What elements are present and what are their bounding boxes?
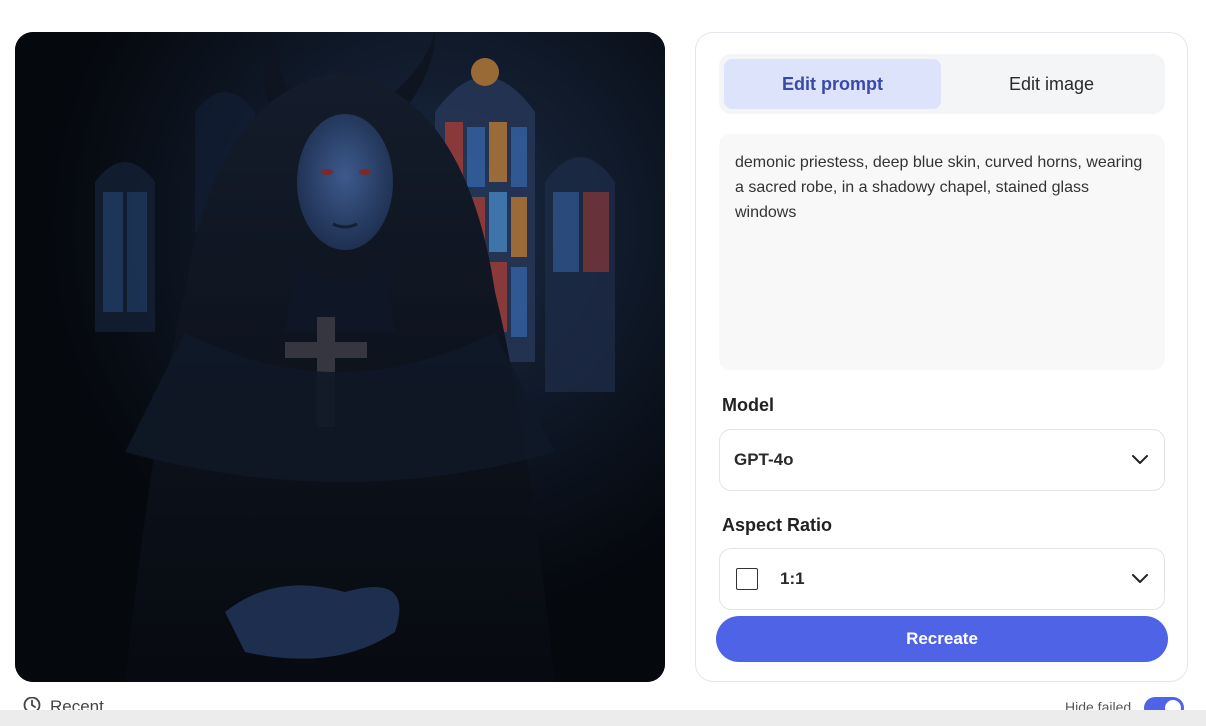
chevron-down-icon <box>1130 569 1150 589</box>
chevron-down-icon <box>1130 450 1150 470</box>
tab-edit-image[interactable]: Edit image <box>943 59 1160 109</box>
tab-edit-prompt[interactable]: Edit prompt <box>724 59 941 109</box>
aspect-ratio-label: Aspect Ratio <box>722 515 833 535</box>
square-ratio-icon <box>736 568 758 590</box>
prompt-input[interactable] <box>719 134 1165 370</box>
edit-mode-tabs: Edit prompt Edit image <box>719 54 1165 114</box>
generated-image-artwork <box>15 32 665 682</box>
aspect-ratio-select[interactable]: 1:1 <box>719 548 1165 610</box>
edit-panel: Edit prompt Edit image Model GPT-4o Aspe… <box>695 32 1188 682</box>
history-bar: Recent Hide failed <box>0 690 1206 726</box>
recreate-button[interactable]: Recreate <box>716 616 1168 662</box>
aspect-ratio-select-value: 1:1 <box>780 569 805 588</box>
model-select-value: GPT-4o <box>734 450 794 469</box>
model-select[interactable]: GPT-4o <box>719 429 1165 491</box>
bottom-divider <box>0 710 1206 726</box>
generated-image[interactable] <box>15 32 665 682</box>
model-label: Model <box>722 395 774 415</box>
